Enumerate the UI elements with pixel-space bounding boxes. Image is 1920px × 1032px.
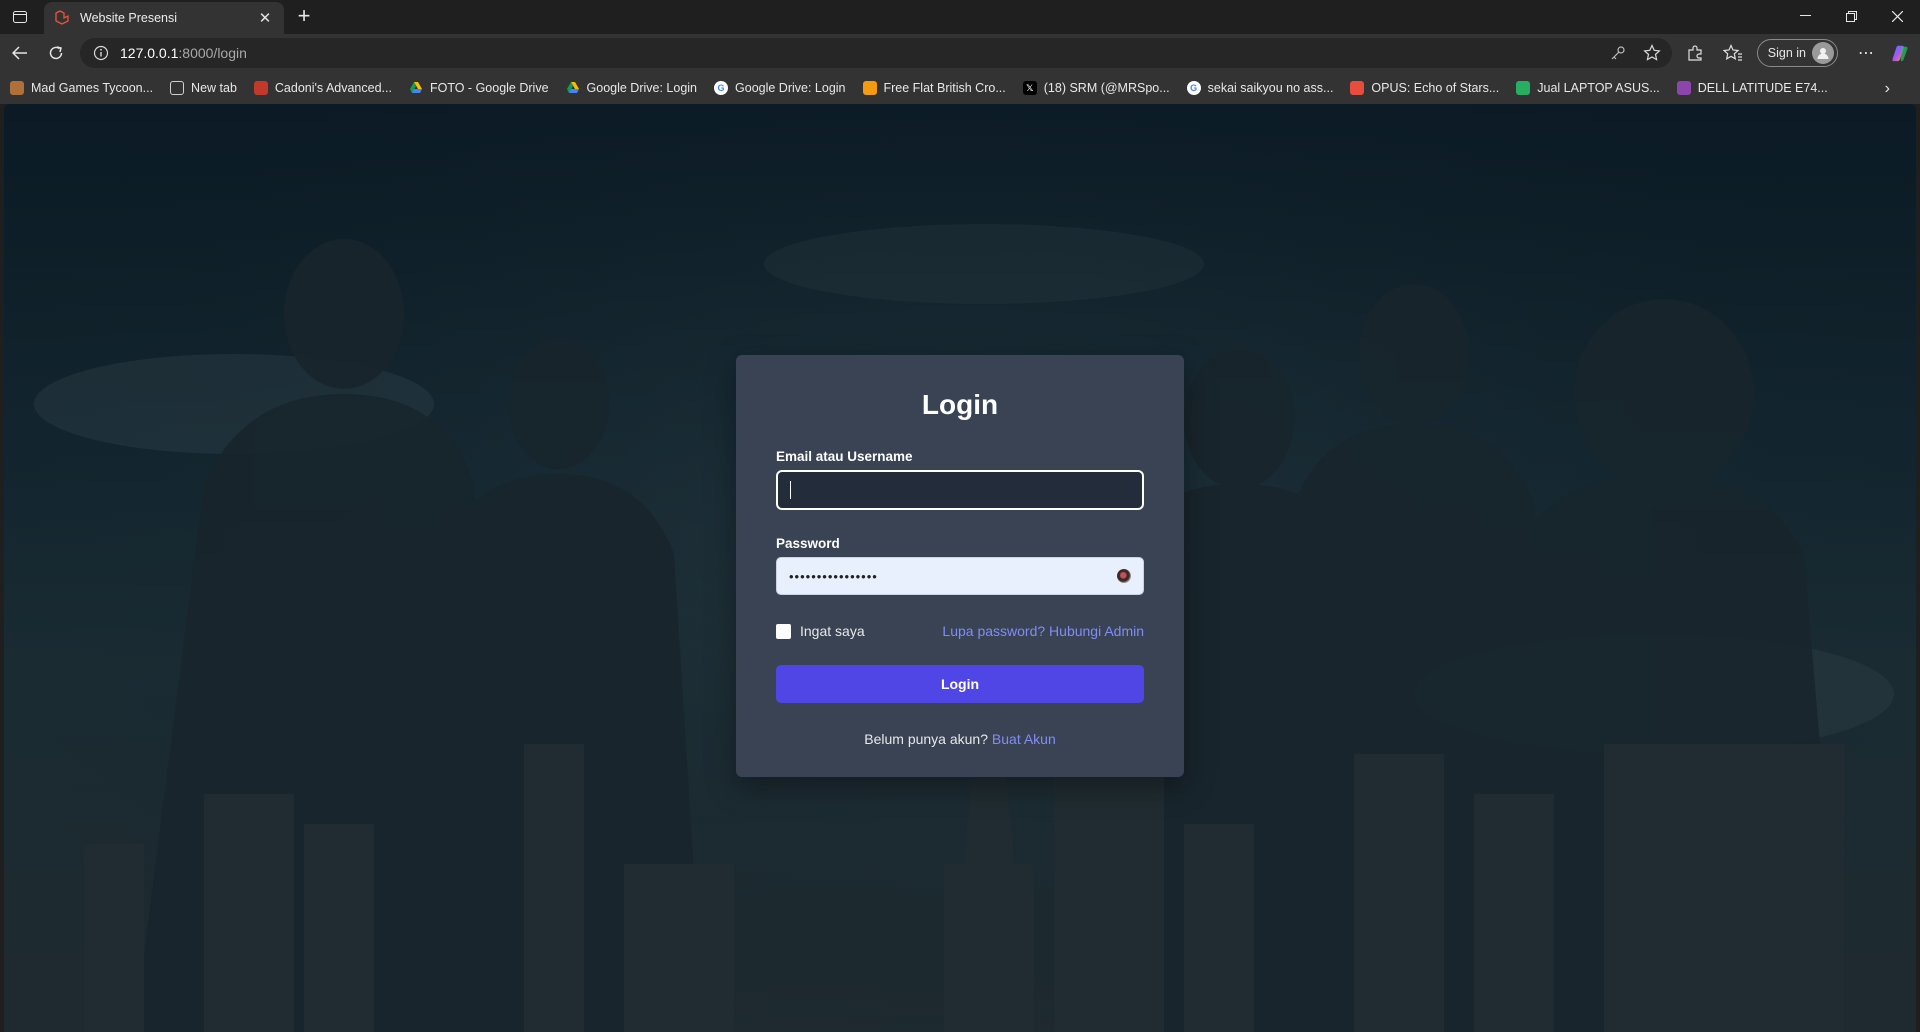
- bookmark-label: Cadoni's Advanced...: [274, 81, 392, 95]
- bookmark-item[interactable]: Mad Games Tycoon...: [10, 81, 153, 95]
- site-icon: [1516, 81, 1531, 95]
- game-icon: [10, 81, 24, 95]
- avatar: [1812, 42, 1834, 64]
- bookmark-item[interactable]: DELL LATITUDE E74...: [1676, 81, 1828, 95]
- bookmark-label: Jual LAPTOP ASUS...: [1537, 81, 1660, 95]
- address-bar[interactable]: 127.0.0.1:8000/login: [80, 38, 1672, 68]
- url-host: 127.0.0.1: [120, 45, 179, 61]
- tab-actions-icon[interactable]: [8, 6, 32, 28]
- login-title: Login: [921, 389, 999, 420]
- email-label: Email atau Username: [776, 449, 913, 464]
- bookmark-item[interactable]: Gsekai saikyou no ass...: [1186, 81, 1334, 95]
- bookmark-label: New tab: [191, 81, 237, 95]
- sign-in-button[interactable]: Sign in: [1756, 39, 1838, 67]
- tab-title: Website Presensi: [80, 11, 178, 25]
- signup-prompt: Belum punya akun?: [864, 731, 989, 747]
- laravel-icon: [54, 10, 70, 26]
- site-info-icon[interactable]: [92, 44, 110, 62]
- bookmark-label: OPUS: Echo of Stars...: [1371, 81, 1500, 95]
- site-icon: [1350, 81, 1365, 95]
- key-icon[interactable]: [1608, 43, 1628, 63]
- bookmark-item[interactable]: Cadoni's Advanced...: [253, 81, 392, 95]
- x-icon: 𝕏: [1022, 81, 1037, 95]
- site-icon: [862, 81, 877, 95]
- bookmark-item[interactable]: OPUS: Echo of Stars...: [1350, 81, 1499, 95]
- password-field[interactable]: ••••••••••••••••: [776, 557, 1144, 595]
- bookmark-item[interactable]: Free Flat British Cro...: [862, 81, 1006, 95]
- email-field[interactable]: [776, 470, 1144, 510]
- sign-in-label: Sign in: [1767, 46, 1806, 60]
- google-icon: G: [1186, 81, 1201, 95]
- bookmark-label: (18) SRM (@MRSpo...: [1043, 81, 1170, 95]
- bookmark-item[interactable]: 𝕏 (18) SRM (@MRSpo...: [1022, 81, 1170, 95]
- more-options-icon[interactable]: ⋯: [1856, 43, 1876, 63]
- new-tab-icon[interactable]: +: [292, 5, 316, 29]
- reveal-password-icon[interactable]: [1117, 569, 1131, 583]
- remember-checkbox[interactable]: [776, 623, 791, 639]
- bookmark-label: Free Flat British Cro...: [883, 81, 1006, 95]
- favorite-star-icon[interactable]: [1642, 43, 1662, 63]
- favorites-icon[interactable]: [1722, 43, 1743, 63]
- google-drive-icon: [566, 81, 580, 95]
- close-window-icon[interactable]: [1874, 0, 1920, 32]
- text-caret: [790, 481, 791, 499]
- bookmark-item[interactable]: G Google Drive: Login: [714, 81, 846, 95]
- bookmark-label: DELL LATITUDE E74...: [1697, 81, 1828, 95]
- bookmark-item[interactable]: Google Drive: Login: [566, 81, 697, 95]
- browser-titlebar: Website Presensi ✕ +: [0, 0, 1920, 34]
- copilot-icon[interactable]: [1890, 43, 1910, 63]
- bookmark-label: Google Drive: Login: [735, 81, 846, 95]
- browser-toolbar: 127.0.0.1:8000/login Sign in ⋯: [0, 34, 1920, 72]
- remember-label: Ingat saya: [800, 623, 865, 639]
- back-icon[interactable]: [6, 41, 34, 65]
- forgot-password-link[interactable]: Lupa password? Hubungi Admin: [942, 623, 1144, 639]
- more-bookmarks-icon[interactable]: ›: [1885, 80, 1890, 98]
- google-drive-icon: [409, 81, 423, 95]
- restore-icon[interactable]: [1828, 0, 1874, 32]
- close-tab-icon[interactable]: ✕: [256, 9, 274, 27]
- login-button[interactable]: Login: [776, 665, 1144, 703]
- bookmark-label: Google Drive: Login: [586, 81, 698, 95]
- bookmark-item[interactable]: FOTO - Google Drive: [409, 81, 549, 95]
- new-tab-icon: [170, 81, 185, 95]
- site-icon: [253, 81, 268, 95]
- bookmark-label: Mad Games Tycoon...: [31, 81, 154, 95]
- url-path: :8000/login: [178, 45, 247, 61]
- password-label: Password: [776, 536, 840, 551]
- browser-tab-active[interactable]: Website Presensi ✕: [44, 2, 284, 34]
- minimize-icon[interactable]: [1782, 0, 1828, 32]
- google-icon: G: [714, 81, 729, 95]
- login-card: Login Email atau Username Password •••••…: [736, 355, 1184, 777]
- bookmark-item[interactable]: New tab: [170, 81, 237, 95]
- remember-me[interactable]: Ingat saya: [776, 623, 865, 639]
- site-icon: [1676, 81, 1691, 95]
- password-value: ••••••••••••••••: [789, 568, 878, 584]
- bookmarks-bar: Mad Games Tycoon... New tab Cadoni's Advan…: [0, 72, 1920, 104]
- create-account-link[interactable]: Buat Akun: [992, 731, 1056, 747]
- signup-row: Belum punya akun? Buat Akun: [776, 731, 1144, 747]
- bookmark-label: sekai saikyou no ass...: [1207, 81, 1334, 95]
- bookmark-label: FOTO - Google Drive: [429, 81, 549, 95]
- extensions-icon[interactable]: [1685, 43, 1705, 63]
- reload-icon[interactable]: [42, 41, 70, 65]
- bookmark-item[interactable]: Jual LAPTOP ASUS...: [1516, 81, 1660, 95]
- page-viewport: Login Email atau Username Password •••••…: [4, 104, 1916, 1032]
